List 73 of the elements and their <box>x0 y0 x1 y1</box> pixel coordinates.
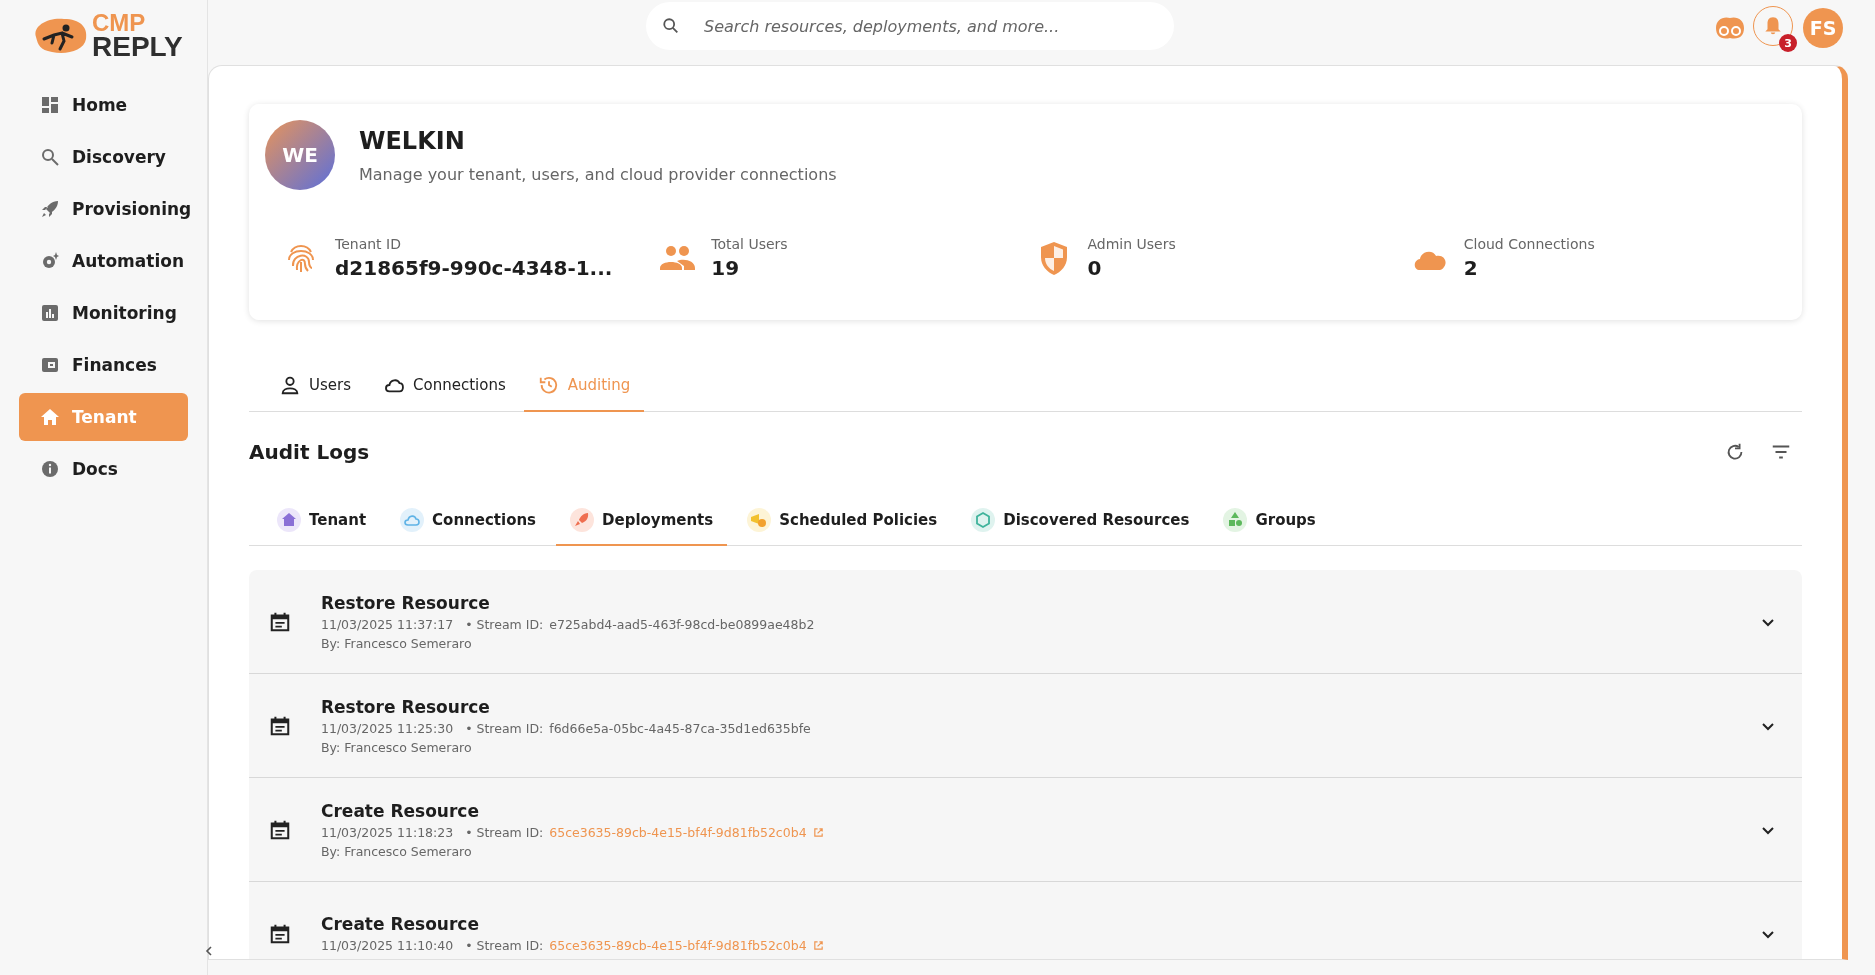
tenant-description: Manage your tenant, users, and cloud provider connections <box>359 164 837 184</box>
notification-badge: 3 <box>1779 34 1797 52</box>
rocket-icon <box>570 508 595 532</box>
stat-label: Admin Users <box>1087 236 1176 252</box>
chart-icon <box>40 302 60 323</box>
entry-title: Create Resource <box>321 800 480 821</box>
history-icon <box>537 374 560 396</box>
grid-icon <box>40 94 60 115</box>
tenant-avatar: WE <box>265 120 335 190</box>
logo-text: REPLY <box>92 33 183 59</box>
category-tab[interactable]: Scheduled Policies <box>733 500 952 546</box>
sidebar-item[interactable]: Docs <box>19 444 188 493</box>
person-icon <box>279 374 301 396</box>
stat-value: 2 <box>1463 256 1479 280</box>
entry-timestamp: 11/03/2025 11:10:40 <box>321 938 454 953</box>
stat-value: 19 <box>711 256 741 280</box>
calendar-icon <box>269 610 291 633</box>
logo-text: CMP <box>92 12 147 34</box>
calendar-icon <box>269 818 291 841</box>
audit-entry[interactable]: Create Resource 11/03/2025 11:18:23 • Stream ID: 65ce3635-89cb-4e15-bf4f-9d81fb52c0b4 By: Francesco Semeraro <box>249 778 1802 882</box>
stat-value: d21865f9-990c-4348-1... <box>335 256 613 280</box>
stream-id: f6d66e5a-05bc-4a45-87ca-35d1ed635bfe <box>549 720 811 736</box>
entry-timestamp: 11/03/2025 11:25:30 <box>321 720 454 736</box>
entry-author: By: Francesco Semeraro <box>321 843 473 859</box>
stat-label: Tenant ID <box>335 236 402 252</box>
stream-label: • Stream ID: <box>465 720 544 736</box>
calendar-icon <box>269 714 291 737</box>
stat-value: 0 <box>1087 256 1103 280</box>
sidebar-item[interactable]: Finances <box>19 340 188 389</box>
stat-label: Cloud Connections <box>1463 236 1595 252</box>
section-title: Audit Logs <box>249 440 370 464</box>
bell-icon <box>1762 15 1784 37</box>
audit-entry[interactable]: Restore Resource 11/03/2025 11:37:17 • Stream ID: e725abd4-aad5-463f-98cd-be0899ae48b2 By: Francesco Semeraro <box>249 570 1802 674</box>
search-icon <box>662 17 680 35</box>
category-tab[interactable]: Deployments <box>556 500 728 546</box>
category-tab[interactable]: Tenant <box>263 500 381 546</box>
entry-timestamp: 11/03/2025 11:37:17 <box>321 616 454 632</box>
gear-icon <box>40 250 60 271</box>
search-icon <box>40 146 60 167</box>
sidebar-item[interactable]: Provisioning <box>19 184 188 233</box>
entry-title: Restore Resource <box>321 592 491 613</box>
calendar-icon <box>269 922 291 945</box>
sidebar-item[interactable]: Home <box>19 80 188 129</box>
audit-entry[interactable]: Restore Resource 11/03/2025 11:25:30 • Stream ID: f6d66e5a-05bc-4a45-87ca-35d1ed635bfe By: Francesco Semeraro <box>249 674 1802 778</box>
rocket-icon <box>40 198 60 219</box>
category-tab[interactable]: Discovered Resources <box>957 500 1204 546</box>
logo[interactable]: CMP REPLY <box>0 0 207 59</box>
collapse-sidebar-icon[interactable] <box>203 945 215 957</box>
category-tab[interactable]: Groups <box>1209 500 1330 546</box>
entry-title: Create Resource <box>321 914 480 934</box>
stream-id: e725abd4-aad5-463f-98cd-be0899ae48b2 <box>549 616 815 632</box>
stream-label: • Stream ID: <box>465 616 544 632</box>
tab[interactable]: Users <box>265 364 365 412</box>
stream-label: • Stream ID: <box>465 938 544 953</box>
house-icon <box>277 508 301 532</box>
entry-timestamp: 11/03/2025 11:18:23 <box>321 824 454 840</box>
info-icon <box>40 458 60 479</box>
entry-author: By: Francesco Semeraro <box>321 635 473 651</box>
tenant-name: WELKIN <box>359 126 466 155</box>
cloud-icon <box>400 508 425 532</box>
home-icon <box>40 406 60 427</box>
stat-label: Total Users <box>711 236 788 252</box>
sidebar-item[interactable]: Monitoring <box>19 288 188 337</box>
sidebar-item[interactable]: Discovery <box>19 132 188 181</box>
tab[interactable]: Connections <box>369 364 520 412</box>
entry-author: By: Francesco Semeraro <box>321 739 473 755</box>
sidebar-item[interactable]: Automation <box>19 236 188 285</box>
audit-entry[interactable]: Create Resource 11/03/2025 11:10:40 • Stream ID: 65ce3635-89cb-4e15-bf4f-9d81fb52c0b4 <box>249 882 1802 959</box>
search-field[interactable]: Search resources, deployments, and more... <box>646 2 1174 50</box>
stream-label: • Stream ID: <box>465 824 544 840</box>
shapes-icon <box>1223 508 1248 532</box>
category-tab[interactable]: Connections <box>386 500 551 546</box>
entry-title: Restore Resource <box>321 696 491 717</box>
